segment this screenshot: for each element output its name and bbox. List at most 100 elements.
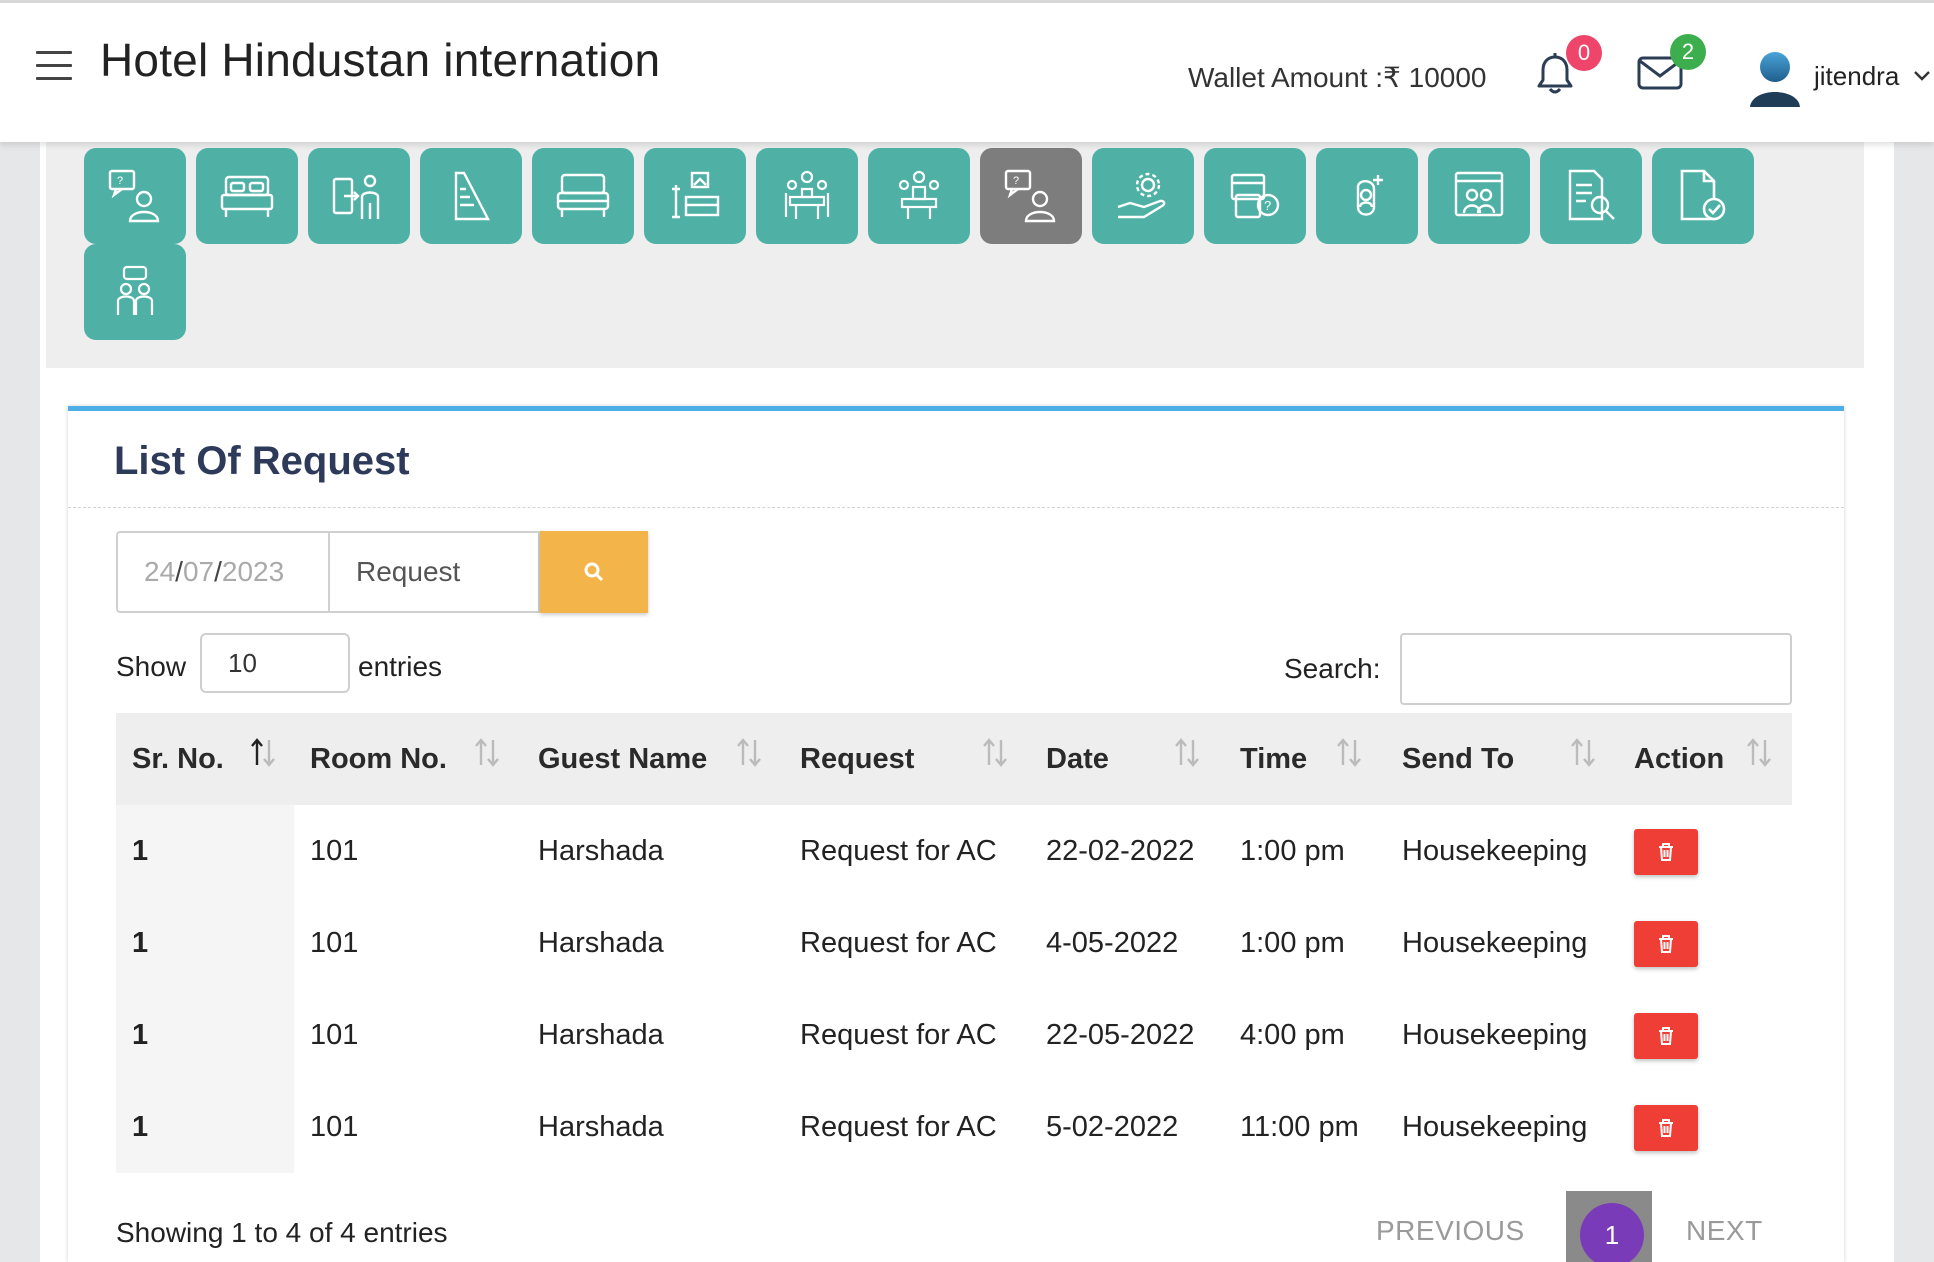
cell-request: Request for AC bbox=[800, 834, 997, 867]
room-interior-icon[interactable] bbox=[644, 148, 746, 244]
cell-room-no: 101 bbox=[310, 1018, 359, 1051]
conference-icon[interactable] bbox=[868, 148, 970, 244]
sort-icon[interactable] bbox=[1172, 735, 1202, 769]
table-row: 1 101 Harshada Request for AC 22-05-2022… bbox=[116, 989, 1792, 1081]
cell-date: 4-05-2022 bbox=[1046, 926, 1179, 959]
sort-icon[interactable] bbox=[1568, 735, 1598, 769]
next-page-button[interactable]: NEXT bbox=[1686, 1215, 1763, 1247]
trash-icon bbox=[1659, 1027, 1673, 1045]
entries-label: entries bbox=[358, 651, 443, 682]
top-navbar: Hotel Hindustan internation Wallet Amoun… bbox=[0, 0, 1934, 142]
date-day: 24 bbox=[144, 556, 176, 587]
room-bed-2-icon[interactable] bbox=[532, 148, 634, 244]
table-row: 1 101 Harshada Request for AC 22-02-2022… bbox=[116, 805, 1792, 897]
cell-send-to: Housekeeping bbox=[1402, 834, 1588, 867]
column-header-date[interactable]: Date bbox=[1046, 713, 1109, 805]
column-header-action[interactable]: Action bbox=[1634, 713, 1724, 805]
delete-button[interactable] bbox=[1634, 829, 1698, 875]
table-search-input[interactable] bbox=[1400, 633, 1792, 705]
column-header-guest-name[interactable]: Guest Name bbox=[538, 713, 707, 805]
search-icon bbox=[584, 562, 604, 582]
date-month: 07 bbox=[182, 556, 215, 587]
svg-text:?: ? bbox=[117, 175, 123, 187]
staff-chat-icon[interactable] bbox=[84, 244, 186, 340]
sort-icon[interactable] bbox=[734, 735, 764, 769]
delete-button[interactable] bbox=[1634, 1105, 1698, 1151]
cell-date: 5-02-2022 bbox=[1046, 1110, 1179, 1143]
cell-guest-name: Harshada bbox=[538, 1110, 664, 1143]
cell-send-to: Housekeeping bbox=[1402, 926, 1588, 959]
column-header-request[interactable]: Request bbox=[800, 713, 914, 805]
trash-icon bbox=[1659, 843, 1673, 861]
trash-icon bbox=[1659, 1119, 1673, 1137]
document-check-icon[interactable] bbox=[1652, 148, 1754, 244]
page-1-button[interactable]: 1 bbox=[1580, 1203, 1644, 1262]
request-type-select[interactable]: Request bbox=[328, 531, 540, 613]
cell-guest-name: Harshada bbox=[538, 834, 664, 867]
delete-button[interactable] bbox=[1634, 921, 1698, 967]
page-size-select[interactable]: 10 bbox=[200, 633, 350, 693]
column-header-send-to[interactable]: Send To bbox=[1402, 713, 1514, 805]
report-search-icon[interactable] bbox=[1540, 148, 1642, 244]
cell-guest-name: Harshada bbox=[538, 1018, 664, 1051]
table-header: Sr. No. Room No. Guest Name Request Date… bbox=[116, 713, 1792, 805]
wallet-amount: Wallet Amount :₹ 10000 bbox=[1188, 62, 1487, 93]
quick-access-toolbar: ? ? ? bbox=[46, 142, 1864, 368]
column-header-time[interactable]: Time bbox=[1240, 713, 1307, 805]
sort-asc-icon[interactable] bbox=[248, 735, 278, 769]
guest-request-active-icon[interactable]: ? bbox=[980, 148, 1082, 244]
sort-icon[interactable] bbox=[980, 735, 1010, 769]
notification-badge: 0 bbox=[1566, 35, 1602, 71]
cell-room-no: 101 bbox=[310, 1110, 359, 1143]
username[interactable]: jitendra bbox=[1814, 61, 1899, 92]
request-list-card: List Of Request 24/07/2023 Request Show … bbox=[68, 406, 1844, 1262]
svg-text:?: ? bbox=[1264, 198, 1271, 213]
cell-sr-no: 1 bbox=[132, 1018, 149, 1051]
cell-time: 11:00 pm bbox=[1240, 1110, 1359, 1143]
cell-send-to: Housekeeping bbox=[1402, 1018, 1588, 1051]
user-avatar[interactable] bbox=[1746, 47, 1804, 109]
payment-help-icon[interactable]: ? bbox=[1204, 148, 1306, 244]
cell-sr-no: 1 bbox=[132, 834, 149, 867]
column-header-room-no[interactable]: Room No. bbox=[310, 713, 447, 805]
search-label: Search: bbox=[1284, 653, 1381, 684]
cell-time: 4:00 pm bbox=[1240, 1018, 1345, 1051]
previous-page-button[interactable]: PREVIOUS bbox=[1376, 1215, 1525, 1247]
blueprint-icon[interactable] bbox=[420, 148, 522, 244]
sort-icon[interactable] bbox=[472, 735, 502, 769]
guest-board-icon[interactable] bbox=[1428, 148, 1530, 244]
guest-request-icon[interactable]: ? bbox=[84, 148, 186, 244]
date-separator: / bbox=[175, 556, 183, 587]
table-row: 1 101 Harshada Request for AC 4-05-2022 … bbox=[116, 897, 1792, 989]
service-settings-icon[interactable] bbox=[1092, 148, 1194, 244]
menu-icon[interactable] bbox=[36, 51, 72, 81]
room-bed-icon[interactable] bbox=[196, 148, 298, 244]
column-header-sr-no[interactable]: Sr. No. bbox=[132, 713, 224, 805]
cell-time: 1:00 pm bbox=[1240, 926, 1345, 959]
cell-time: 1:00 pm bbox=[1240, 834, 1345, 867]
cell-guest-name: Harshada bbox=[538, 926, 664, 959]
sort-icon[interactable] bbox=[1744, 735, 1774, 769]
table-info: Showing 1 to 4 of 4 entries bbox=[116, 1217, 448, 1248]
cell-send-to: Housekeeping bbox=[1402, 1110, 1588, 1143]
date-year: 2023 bbox=[221, 556, 285, 587]
message-badge: 2 bbox=[1670, 34, 1706, 70]
meeting-icon[interactable] bbox=[756, 148, 858, 244]
sort-icon[interactable] bbox=[1334, 735, 1364, 769]
cell-date: 22-05-2022 bbox=[1046, 1018, 1195, 1051]
filter-search-button[interactable] bbox=[540, 531, 648, 613]
table-row: 1 101 Harshada Request for AC 5-02-2022 … bbox=[116, 1081, 1792, 1173]
divider bbox=[68, 507, 1844, 508]
add-guest-icon[interactable] bbox=[1316, 148, 1418, 244]
card-title: List Of Request bbox=[114, 439, 410, 483]
cell-sr-no: 1 bbox=[132, 1110, 149, 1143]
show-label: Show bbox=[116, 651, 187, 682]
date-filter-input[interactable]: 24/07/2023 bbox=[116, 531, 328, 613]
cell-request: Request for AC bbox=[800, 926, 997, 959]
check-in-icon[interactable] bbox=[308, 148, 410, 244]
delete-button[interactable] bbox=[1634, 1013, 1698, 1059]
cell-room-no: 101 bbox=[310, 926, 359, 959]
cell-date: 22-02-2022 bbox=[1046, 834, 1195, 867]
chevron-down-icon[interactable] bbox=[1912, 65, 1932, 85]
cell-request: Request for AC bbox=[800, 1018, 997, 1051]
